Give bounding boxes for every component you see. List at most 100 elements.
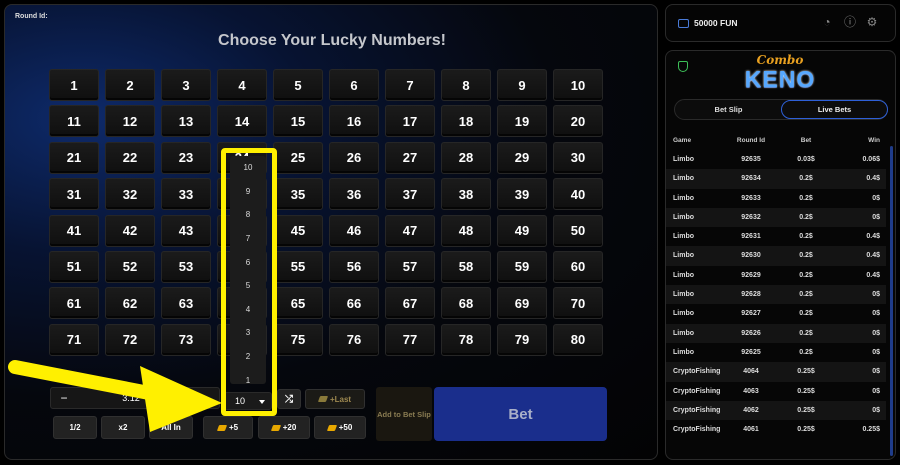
number-cell[interactable]: 42	[105, 214, 155, 247]
number-cell[interactable]: 69	[497, 287, 547, 320]
number-cell[interactable]: 6	[329, 69, 379, 101]
number-cell[interactable]: 77	[385, 323, 435, 356]
number-cell[interactable]: 8	[441, 69, 491, 101]
number-cell[interactable]: 33	[161, 178, 211, 211]
tab-bet-slip[interactable]: Bet Slip	[675, 100, 782, 119]
number-cell[interactable]: 40	[553, 178, 603, 211]
half-bet-button[interactable]: 1/2	[53, 416, 97, 439]
number-cell[interactable]: 36	[329, 178, 379, 211]
number-cell[interactable]: 58	[441, 250, 491, 283]
number-cell[interactable]: 66	[329, 287, 379, 320]
number-cell[interactable]: 29	[497, 141, 547, 174]
number-cell[interactable]: 80	[553, 323, 603, 356]
number-cell[interactable]: 19	[497, 105, 547, 138]
number-cell[interactable]: 23	[161, 141, 211, 174]
number-cell[interactable]: 32	[105, 178, 155, 211]
shuffle-button[interactable]: ⤮	[277, 389, 301, 409]
pick-count-option[interactable]: 1	[230, 368, 266, 392]
number-cell[interactable]: 76	[329, 323, 379, 356]
add-to-bet-slip-button[interactable]: Add to Bet Slip	[376, 387, 432, 441]
number-cell[interactable]: 27	[385, 141, 435, 174]
number-cell[interactable]: 18	[441, 105, 491, 138]
number-cell[interactable]: 52	[105, 250, 155, 283]
pick-count-select[interactable]: 10	[224, 392, 272, 410]
scrollbar[interactable]	[890, 146, 893, 456]
number-cell[interactable]: 75	[273, 323, 323, 356]
number-cell[interactable]: 4	[217, 69, 267, 101]
number-cell[interactable]: 28	[441, 141, 491, 174]
number-cell[interactable]: 20	[553, 105, 603, 138]
number-cell[interactable]: 43	[161, 214, 211, 247]
settings-icon[interactable]: ⚙	[865, 15, 879, 29]
info-icon[interactable]: ⓘ	[843, 15, 857, 29]
number-cell[interactable]: 47	[385, 214, 435, 247]
number-cell[interactable]: 16	[329, 105, 379, 138]
number-cell[interactable]: 45	[273, 214, 323, 247]
number-cell[interactable]: 50	[553, 214, 603, 247]
pick-count-option[interactable]: 6	[230, 250, 266, 274]
number-cell[interactable]: 48	[441, 214, 491, 247]
number-cell[interactable]: 22	[105, 141, 155, 174]
pick-count-option[interactable]: 7	[230, 227, 266, 251]
number-cell[interactable]: 11	[49, 105, 99, 138]
number-cell[interactable]: 65	[273, 287, 323, 320]
last-bet-button[interactable]: +Last	[305, 389, 365, 409]
plus50-button[interactable]: +50	[314, 416, 366, 439]
number-cell[interactable]: 30	[553, 141, 603, 174]
bet-amount-field[interactable]: − 3.12	[50, 387, 220, 409]
number-cell[interactable]: 17	[385, 105, 435, 138]
number-cell[interactable]: 31	[49, 178, 99, 211]
pick-count-option[interactable]: 5	[230, 274, 266, 298]
number-cell[interactable]: 2	[105, 69, 155, 101]
number-cell[interactable]: 70	[553, 287, 603, 320]
number-cell[interactable]: 7	[385, 69, 435, 101]
number-cell[interactable]: 59	[497, 250, 547, 283]
number-cell[interactable]: 72	[105, 323, 155, 356]
number-cell[interactable]: 1	[49, 69, 99, 101]
number-cell[interactable]: 57	[385, 250, 435, 283]
number-cell[interactable]: 37	[385, 178, 435, 211]
number-cell[interactable]: 5	[273, 69, 323, 101]
number-cell[interactable]: 46	[329, 214, 379, 247]
number-cell[interactable]: 56	[329, 250, 379, 283]
number-cell[interactable]: 55	[273, 250, 323, 283]
number-cell[interactable]: 38	[441, 178, 491, 211]
number-cell[interactable]: 21	[49, 141, 99, 174]
number-cell[interactable]: 53	[161, 250, 211, 283]
number-cell[interactable]: 61	[49, 287, 99, 320]
bet-button[interactable]: Bet	[434, 387, 607, 441]
number-cell[interactable]: 9	[497, 69, 547, 101]
plus5-button[interactable]: +5	[203, 416, 253, 439]
number-cell[interactable]: 62	[105, 287, 155, 320]
number-cell[interactable]: 10	[553, 69, 603, 101]
number-cell[interactable]: 3	[161, 69, 211, 101]
number-cell[interactable]: 39	[497, 178, 547, 211]
number-cell[interactable]: 78	[441, 323, 491, 356]
pick-count-option[interactable]: 8	[230, 203, 266, 227]
all-in-button[interactable]: All In	[149, 416, 193, 439]
number-cell[interactable]: 79	[497, 323, 547, 356]
pick-count-option[interactable]: 9	[230, 180, 266, 204]
number-cell[interactable]: 73	[161, 323, 211, 356]
decrease-bet-button[interactable]: −	[55, 390, 73, 406]
number-cell[interactable]: 41	[49, 214, 99, 247]
double-bet-button[interactable]: x2	[101, 416, 145, 439]
number-cell[interactable]: 12	[105, 105, 155, 138]
number-cell[interactable]: 71	[49, 323, 99, 356]
number-cell[interactable]: 60	[553, 250, 603, 283]
history-icon[interactable]: ◔	[820, 15, 834, 29]
number-cell[interactable]: 14	[217, 105, 267, 138]
number-cell[interactable]: 26	[329, 141, 379, 174]
number-cell[interactable]: 67	[385, 287, 435, 320]
pick-count-option[interactable]: 10	[230, 156, 266, 180]
number-cell[interactable]: 15	[273, 105, 323, 138]
number-cell[interactable]: 25	[273, 141, 323, 174]
number-cell[interactable]: 63	[161, 287, 211, 320]
bet-amount-value[interactable]: 3.12	[91, 393, 171, 403]
number-cell[interactable]: 35	[273, 178, 323, 211]
number-cell[interactable]: 13	[161, 105, 211, 138]
number-cell[interactable]: 51	[49, 250, 99, 283]
number-cell[interactable]: 49	[497, 214, 547, 247]
number-cell[interactable]: 68	[441, 287, 491, 320]
pick-count-option[interactable]: 4	[230, 298, 266, 322]
